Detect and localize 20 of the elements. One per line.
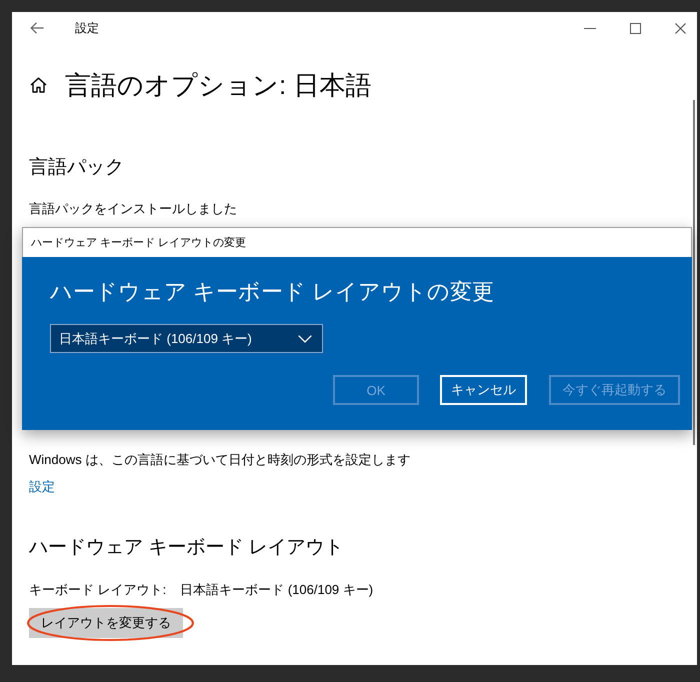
- keyboard-layout-label: キーボード レイアウト:: [29, 581, 166, 599]
- close-icon[interactable]: [675, 22, 686, 34]
- description-text: Windows は、この言語に基づいて日付と時刻の形式を設定します: [29, 451, 410, 469]
- dialog-title: ハードウェア キーボード レイアウトの変更: [50, 278, 494, 306]
- maximize-icon[interactable]: [630, 22, 641, 34]
- layout-dropdown[interactable]: 日本語キーボード (106/109 キー): [50, 324, 323, 353]
- home-icon[interactable]: [30, 77, 47, 93]
- section-heading: 言語パック: [29, 156, 124, 180]
- status-text: 言語パックをインストールしました: [29, 200, 237, 218]
- scrollbar[interactable]: [693, 100, 695, 445]
- chevron-down-icon: [298, 334, 312, 342]
- keyboard-layout-value: 日本語キーボード (106/109 キー): [180, 581, 374, 599]
- dialog-window-title: ハードウェア キーボード レイアウトの変更: [31, 236, 246, 250]
- section-heading: ハードウェア キーボード レイアウト: [29, 536, 344, 560]
- back-icon[interactable]: [30, 22, 44, 34]
- page-title: 言語のオプション: 日本語: [65, 69, 372, 102]
- dialog-button[interactable]: キャンセル: [440, 375, 527, 405]
- settings-link[interactable]: 設定: [29, 477, 55, 497]
- window-title: 設定: [75, 20, 99, 36]
- change-layout-button[interactable]: レイアウトを変更する: [29, 608, 183, 638]
